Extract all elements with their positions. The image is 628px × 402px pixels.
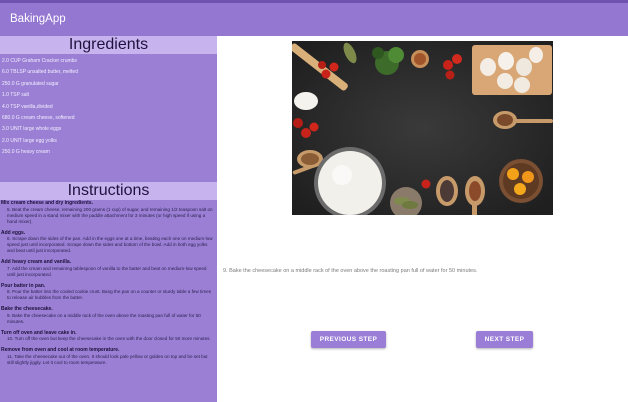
ingredient-row: 3.0 UNIT large whole eggs — [2, 126, 62, 133]
instruction-desc: 9. Bake the cheesecake on a middle rack … — [7, 312, 201, 324]
step-description: 9. Bake the cheesecake on a middle rack … — [223, 268, 478, 274]
ingredient-row: 4.0 TSP vanilla,divided — [2, 103, 53, 110]
instruction-desc: 10. Turn off the oven but keep the chees… — [7, 336, 211, 341]
ingredients-photo — [292, 41, 553, 215]
ingredient-row: 250.0 G heavy cream — [2, 149, 50, 156]
instruction-desc: 6. Scrape down the sides of the pan. Add… — [7, 236, 213, 253]
ingredient-row: 250.0 G granulated sugar — [2, 80, 59, 87]
instruction-desc: 5. Beat the cream cheese, remaining 200 … — [7, 206, 213, 224]
instruction-item[interactable]: Remove from oven and cool at room temper… — [1, 347, 215, 366]
instruction-item[interactable]: Turn off oven and leave cake in. 10. Tur… — [1, 330, 215, 343]
instruction-item[interactable]: Pour batter in pan. 8. Pour the batter i… — [1, 283, 215, 302]
left-pane: Ingredients 2.0 CUP Graham Cracker crumb… — [0, 36, 217, 402]
ingredient-row: 680.0 G cream cheese, softened — [2, 114, 75, 121]
ingredients-list: 2.0 CUP Graham Cracker crumbs 6.0 TBLSP … — [2, 56, 216, 159]
instruction-desc: 7. Add the cream and remaining tablespoo… — [7, 265, 207, 277]
instruction-item[interactable]: Add heavy cream and vanilla. 7. Add the … — [1, 259, 215, 278]
instruction-desc: 8. Pour the batter into the cooled cooki… — [7, 289, 212, 300]
app-title: BakingApp — [10, 13, 66, 25]
step-detail-pane: 9. Bake the cheesecake on a middle rack … — [217, 36, 628, 402]
ingredient-row: 6.0 TBLSP unsalted butter, melted — [2, 69, 78, 76]
instructions-header: Instructions — [0, 182, 217, 200]
next-step-button[interactable]: NEXT STEP — [476, 331, 533, 348]
recipe-image — [292, 41, 553, 215]
previous-step-button[interactable]: PREVIOUS STEP — [311, 331, 386, 348]
ingredients-header: Ingredients — [0, 36, 217, 54]
instructions-list[interactable]: Mix cream cheese and dry ingredients. 5.… — [1, 200, 215, 402]
ingredient-row: 2.0 UNIT large egg yolks — [2, 137, 57, 144]
ingredient-row: 1.0 TSP salt — [2, 92, 30, 99]
instruction-item[interactable]: Add eggs. 6. Scrape down the sides of th… — [1, 230, 215, 255]
ingredient-row: 2.0 CUP Graham Cracker crumbs — [2, 58, 77, 64]
instruction-desc: 11. Take the cheesecake out of the oven.… — [7, 353, 208, 365]
instruction-item[interactable]: Bake the cheesecake. 9. Bake the cheesec… — [1, 306, 215, 325]
instruction-item[interactable]: Mix cream cheese and dry ingredients. 5.… — [1, 200, 215, 225]
app-bar: BakingApp — [0, 0, 628, 36]
